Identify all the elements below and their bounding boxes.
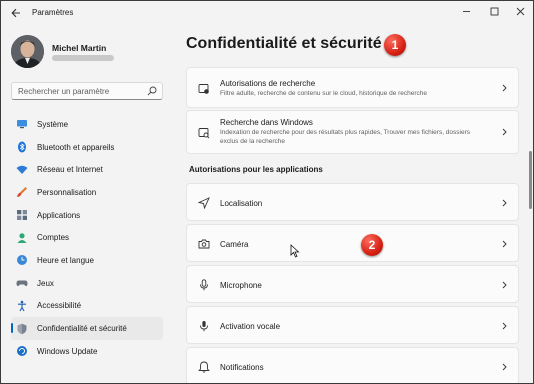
back-button[interactable] bbox=[8, 5, 24, 21]
permission-localisation[interactable]: Localisation bbox=[186, 183, 519, 221]
card-title: Activation vocale bbox=[220, 322, 281, 331]
sidebar-item-jeux[interactable]: Jeux bbox=[11, 272, 163, 295]
search-icon bbox=[147, 86, 157, 96]
globe-clock-icon bbox=[17, 255, 27, 266]
chevron-right-icon bbox=[502, 199, 507, 207]
card-title: Notifications bbox=[220, 363, 264, 372]
scrollbar[interactable] bbox=[529, 151, 532, 209]
annotation-badge-1: 1 bbox=[384, 34, 406, 56]
chevron-right-icon bbox=[502, 363, 507, 371]
apps-icon bbox=[17, 210, 27, 221]
card-title: Caméra bbox=[220, 240, 249, 249]
sidebar-item-heure-langue[interactable]: Heure et langue bbox=[11, 249, 163, 272]
sidebar-item-windows-update[interactable]: Windows Update bbox=[11, 340, 163, 363]
sidebar-item-confidentialite[interactable]: Confidentialité et sécurité bbox=[11, 317, 163, 340]
sidebar-item-label: Système bbox=[37, 119, 69, 129]
search-placeholder: Rechercher un paramètre bbox=[18, 87, 110, 96]
chevron-right-icon bbox=[502, 281, 507, 289]
location-icon bbox=[198, 197, 210, 209]
card-subtitle: Indexation de recherche pour des résulta… bbox=[220, 129, 471, 145]
chevron-right-icon bbox=[502, 322, 507, 330]
wifi-icon bbox=[16, 165, 28, 174]
avatar[interactable] bbox=[11, 35, 44, 68]
card-title: Microphone bbox=[220, 281, 262, 290]
settings-window: Paramètres Michel Martin Rechercher un p… bbox=[0, 0, 534, 384]
title-bar: Paramètres bbox=[1, 1, 533, 25]
card-subtitle: Filtre adulte, recherche de contenu sur … bbox=[220, 90, 428, 97]
card-title: Recherche dans Windows bbox=[220, 118, 313, 127]
maximize-icon bbox=[490, 7, 498, 15]
minimize-icon bbox=[462, 10, 470, 12]
sidebar-item-reseau[interactable]: Réseau et Internet bbox=[11, 158, 163, 181]
accessibility-icon bbox=[18, 300, 26, 312]
sidebar-item-label: Bluetooth et appareils bbox=[37, 142, 115, 152]
sidebar-item-applications[interactable]: Applications bbox=[11, 204, 163, 227]
microphone-icon bbox=[200, 279, 208, 291]
card-autorisations-recherche[interactable]: Autorisations de recherche Filtre adulte… bbox=[186, 67, 519, 108]
gamepad-icon bbox=[16, 280, 28, 287]
chevron-right-icon bbox=[502, 240, 507, 248]
close-icon bbox=[516, 7, 524, 15]
section-header: Autorisations pour les applications bbox=[189, 165, 323, 174]
close-button[interactable] bbox=[507, 3, 533, 19]
user-email-redacted bbox=[52, 55, 114, 61]
account-icon bbox=[17, 232, 27, 243]
sidebar-item-label: Jeux bbox=[37, 278, 54, 288]
user-photo-icon bbox=[11, 35, 44, 68]
sidebar-item-label: Personnalisation bbox=[37, 187, 97, 197]
page-title: Confidentialité et sécurité bbox=[186, 35, 382, 52]
user-name: Michel Martin bbox=[52, 43, 107, 53]
bell-icon bbox=[198, 361, 210, 373]
sidebar-item-label: Windows Update bbox=[37, 346, 98, 356]
permission-activation-vocale[interactable]: Activation vocale bbox=[186, 306, 519, 344]
search-permissions-icon bbox=[198, 84, 209, 94]
voice-activation-icon bbox=[200, 321, 208, 332]
sidebar-item-label: Comptes bbox=[37, 233, 70, 243]
permission-camera[interactable]: Caméra bbox=[186, 224, 519, 262]
brush-icon bbox=[17, 187, 27, 198]
sidebar-item-label: Réseau et Internet bbox=[37, 165, 103, 175]
chevron-right-icon bbox=[502, 128, 507, 136]
minimize-button[interactable] bbox=[453, 3, 479, 19]
camera-icon bbox=[198, 239, 210, 249]
sidebar-item-label: Applications bbox=[37, 210, 81, 220]
app-title: Paramètres bbox=[32, 8, 74, 17]
search-input[interactable]: Rechercher un paramètre bbox=[11, 82, 163, 100]
annotation-badge-2: 2 bbox=[361, 234, 383, 256]
monitor-icon bbox=[17, 120, 27, 129]
sidebar-item-label: Heure et langue bbox=[37, 255, 94, 265]
sidebar-item-bluetooth[interactable]: Bluetooth et appareils bbox=[11, 136, 163, 159]
bluetooth-icon bbox=[18, 141, 26, 153]
sidebar-item-label: Accessibilité bbox=[37, 301, 82, 311]
mouse-cursor-icon bbox=[290, 244, 300, 258]
permission-microphone[interactable]: Microphone bbox=[186, 265, 519, 303]
card-title: Autorisations de recherche bbox=[220, 79, 316, 88]
chevron-right-icon bbox=[502, 84, 507, 92]
maximize-button[interactable] bbox=[481, 3, 507, 19]
sidebar-item-label: Confidentialité et sécurité bbox=[37, 324, 127, 334]
sidebar-item-accessibilite[interactable]: Accessibilité bbox=[11, 295, 163, 318]
card-title: Localisation bbox=[220, 199, 263, 208]
sidebar-nav: Système Bluetooth et appareils Réseau et… bbox=[11, 113, 163, 363]
arrow-left-icon bbox=[11, 8, 20, 18]
permission-notifications[interactable]: Notifications bbox=[186, 347, 519, 383]
sidebar-item-comptes[interactable]: Comptes bbox=[11, 226, 163, 249]
update-icon bbox=[17, 346, 27, 357]
sidebar-item-systeme[interactable]: Système bbox=[11, 113, 163, 136]
sidebar-item-personnalisation[interactable]: Personnalisation bbox=[11, 181, 163, 204]
shield-icon bbox=[17, 323, 27, 334]
card-recherche-windows[interactable]: Recherche dans Windows Indexation de rec… bbox=[186, 110, 519, 154]
search-windows-icon bbox=[198, 128, 210, 139]
